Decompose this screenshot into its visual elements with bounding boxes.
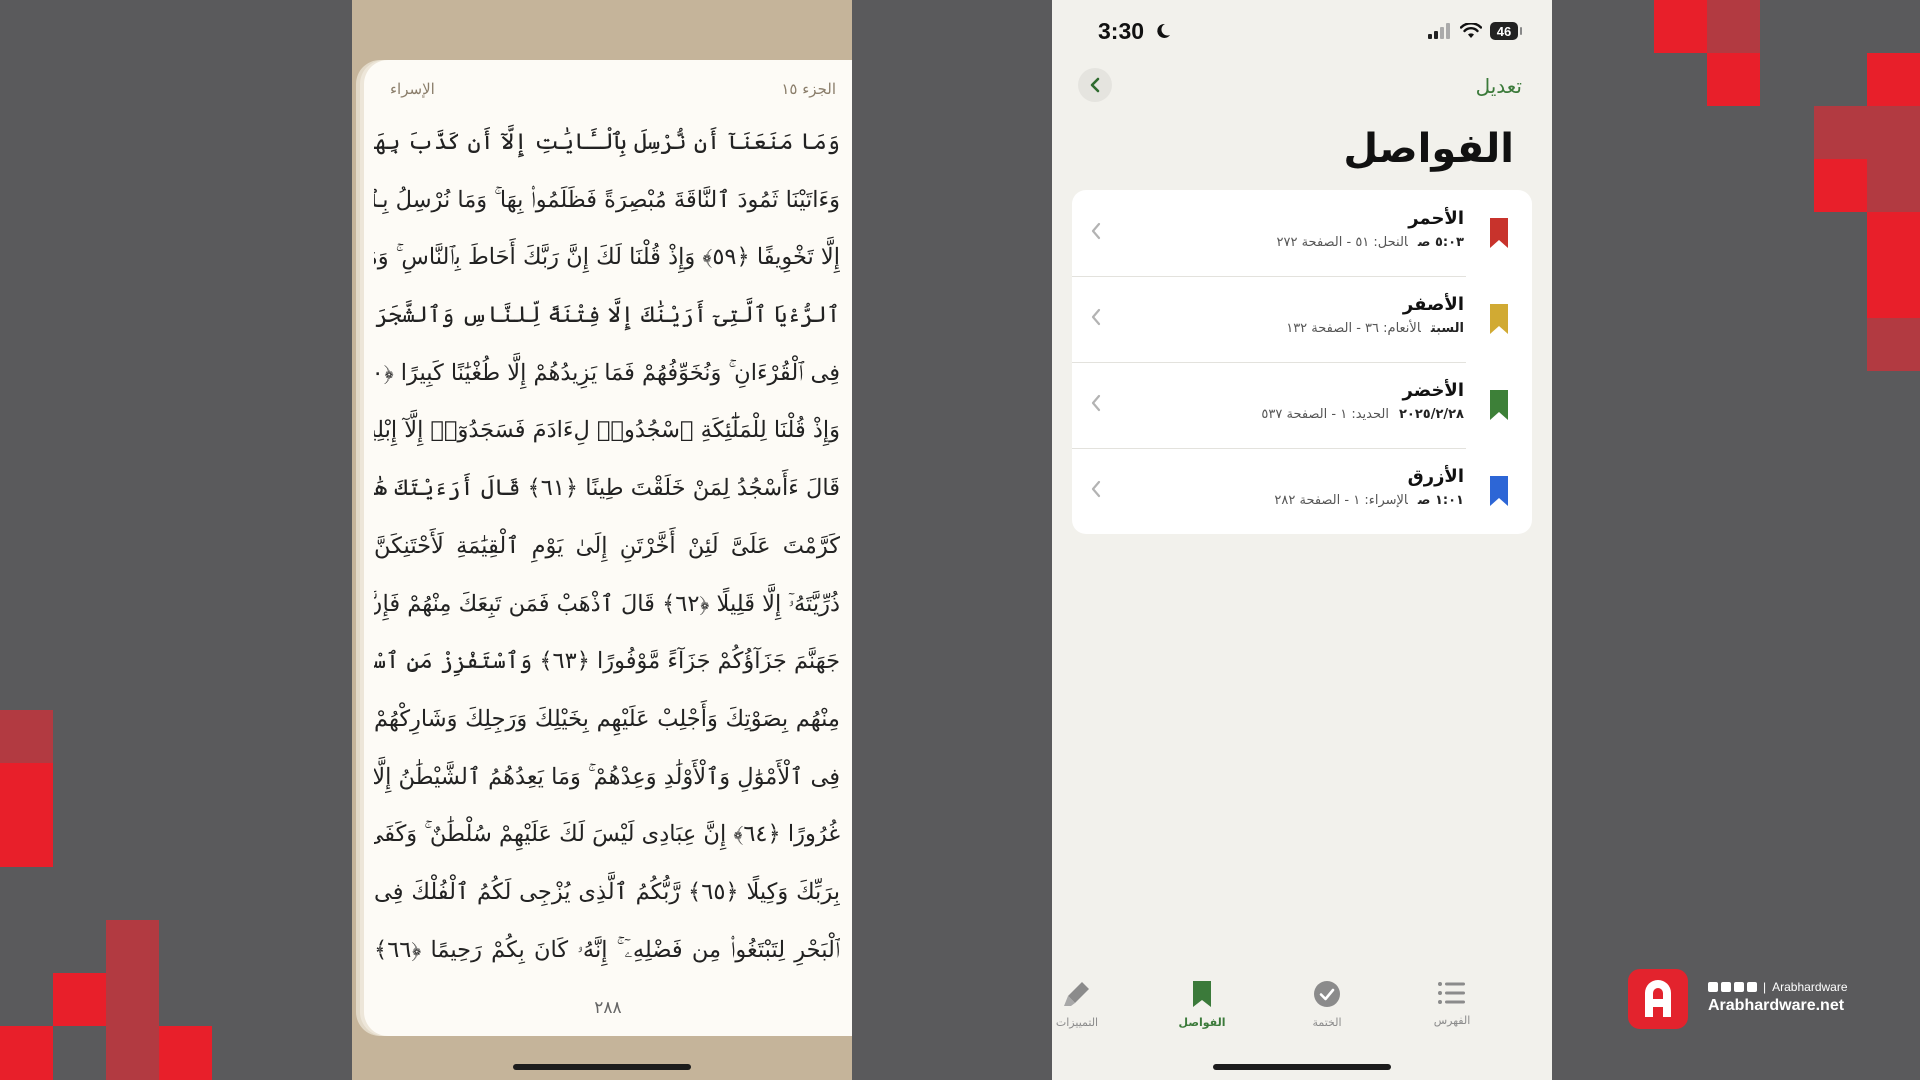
page-header: الإسراء الجزء ١٥ [390, 80, 836, 102]
bookmark-location: الحديد: ١ - الصفحة ٥٣٧ [1261, 407, 1389, 422]
brand-name: Arabhardware [1772, 980, 1848, 994]
battery-indicator: 46 [1490, 22, 1522, 40]
quran-reader-screen: الإسراء الجزء ١٥ وَمَا مَنَعَنَآ أَن نُّ… [352, 0, 852, 1080]
status-bar: 3:30 46 [1052, 18, 1552, 48]
bookmark-row-blue[interactable]: الأزرق ١:٠١ ص الإسراء: ١ - الصفحة ٢٨٢ [1072, 448, 1532, 534]
bookmark-name: الأزرق [1407, 466, 1464, 487]
verse-line: وَءَاتَيْنَا ثَمُودَ ٱلنَّاقَةَ مُبْصِرَ… [374, 186, 840, 213]
tab-label: الفواصل [1178, 1016, 1226, 1029]
verse-line: وَإِذْ قُلْنَا لِلْمَلَٰٓئِكَةِ ٱسْجُدُو… [374, 417, 840, 444]
bookmark-row-yellow[interactable]: الأصفر السبت الأنعام: ٣٦ - الصفحة ١٣٢ [1072, 276, 1532, 362]
verse-line: جَهَنَّمَ جَزَآؤُكُمْ جَزَآءً مَّوْفُورً… [374, 648, 840, 675]
bookmark-icon [1193, 981, 1211, 1007]
bookmark-row-red[interactable]: الأحمر ٥:٠٣ ص النحل: ٥١ - الصفحة ٢٧٢ [1072, 190, 1532, 276]
bookmark-meta: السبت الأنعام: ٣٦ - الصفحة ١٣٢ [1286, 321, 1464, 336]
bookmark-icon [1490, 476, 1508, 506]
highlighter-icon [1064, 982, 1089, 1006]
chevron-left-icon [1091, 480, 1101, 498]
status-time: 3:30 [1098, 18, 1145, 44]
verse-line: إِلَّا تَخْوِيفًا ﴿٥٩﴾ وَإِذْ قُلْنَا لَ… [374, 244, 840, 271]
bookmark-location: الأنعام: ٣٦ - الصفحة ١٣٢ [1286, 321, 1421, 336]
checkmark-circle-icon [1314, 981, 1340, 1007]
status-icons: 46 [1428, 22, 1522, 40]
tab-bookmarks[interactable]: الفواصل [1152, 980, 1252, 1029]
bookmark-meta: ٢٠٢٥/٢/٢٨ الحديد: ١ - الصفحة ٥٣٧ [1261, 407, 1464, 422]
bookmark-meta: ١:٠١ ص الإسراء: ١ - الصفحة ٢٨٢ [1274, 493, 1464, 508]
bookmark-icon [1490, 390, 1508, 420]
bookmark-time: ١:٠١ ص [1417, 493, 1464, 508]
instagram-icon [1734, 982, 1744, 992]
bookmark-name: الأصفر [1402, 294, 1464, 315]
tab-label: الفهرس [1433, 1014, 1471, 1027]
arabhardware-logo-icon [1645, 980, 1671, 1017]
edit-button[interactable]: تعديل [1476, 74, 1522, 98]
bookmark-text: الأخضر ٢٠٢٥/٢/٢٨ الحديد: ١ - الصفحة ٥٣٧ [1261, 380, 1464, 422]
verse-line: قَالَ ءَأَسْجُدُ لِمَنْ خَلَقْتَ طِينًا … [374, 475, 840, 502]
verses-block: وَمَا مَنَعَنَآ أَن نُّرْسِلَ بِٱلْـَٔاي… [374, 114, 840, 979]
youtube-icon [1747, 982, 1757, 992]
tab-khatma[interactable]: الختمة [1277, 980, 1377, 1029]
surah-name: الإسراء [390, 80, 435, 98]
verse-line: ٱلرُّءْيَا ٱلَّتِىٓ أَرَيْنَٰكَ إِلَّا ف… [374, 302, 840, 329]
bookmark-time: ٥:٠٣ ص [1417, 235, 1464, 250]
bookmark-location: النحل: ٥١ - الصفحة ٢٧٢ [1276, 235, 1408, 250]
page-title: الفواصل [1343, 126, 1514, 172]
wifi-icon [1460, 23, 1482, 38]
bookmarks-list: الأحمر ٥:٠٣ ص النحل: ٥١ - الصفحة ٢٧٢ الأص… [1072, 190, 1532, 534]
bookmark-time: ٢٠٢٥/٢/٢٨ [1398, 407, 1464, 422]
bookmark-time: السبت [1430, 321, 1464, 336]
bookmark-text: الأصفر السبت الأنعام: ٣٦ - الصفحة ١٣٢ [1286, 294, 1464, 336]
verse-line: ٱلْبَحْرِ لِتَبْتَغُوا۟ مِن فَضْلِهِۦٓ ۚ… [374, 936, 840, 963]
tab-label: التمييزات [1055, 1016, 1099, 1029]
quran-page[interactable]: الإسراء الجزء ١٥ وَمَا مَنَعَنَآ أَن نُّ… [364, 60, 852, 1036]
verse-line: مِنْهُم بِصَوْتِكَ وَأَجْلِبْ عَلَيْهِم … [374, 705, 840, 732]
verse-line: كَرَّمْتَ عَلَىَّ لَئِنْ أَخَّرْتَنِ إِل… [374, 532, 840, 559]
verse-line: ذُرِّيَّتَهُۥٓ إِلَّا قَلِيلًا ﴿٦٢﴾ قَال… [374, 590, 840, 617]
chevron-left-icon [1090, 77, 1100, 93]
brand-url: Arabhardware.net [1708, 997, 1845, 1014]
list-icon [1438, 982, 1465, 1004]
page-number: ٢٨٨ [594, 998, 622, 1018]
home-indicator[interactable] [1213, 1064, 1391, 1070]
bookmark-icon [1490, 304, 1508, 334]
tab-label: الختمة [1312, 1016, 1342, 1029]
twitter-icon [1721, 982, 1731, 992]
tab-highlights[interactable]: التمييزات [1052, 980, 1127, 1029]
bookmark-name: الأحمر [1408, 208, 1464, 229]
bookmark-text: الأحمر ٥:٠٣ ص النحل: ٥١ - الصفحة ٢٧٢ [1277, 208, 1465, 250]
tab-index[interactable]: الفهرس [1402, 980, 1502, 1027]
cellular-signal-icon [1428, 23, 1450, 39]
verse-line: وَمَا مَنَعَنَآ أَن نُّرْسِلَ بِٱلْـَٔاي… [374, 129, 840, 155]
verse-line: بِرَبِّكَ وَكِيلًا ﴿٦٥﴾ رَّبُّكُمُ ٱلَّذ… [374, 878, 840, 905]
chevron-left-icon [1091, 308, 1101, 326]
verse-line: فِى ٱلْأَمْوَٰلِ وَٱلْأَوْلَٰدِ وَعِدْهُ… [374, 763, 840, 790]
facebook-icon [1708, 982, 1718, 992]
back-button[interactable] [1078, 68, 1112, 102]
home-indicator[interactable] [513, 1064, 691, 1070]
tab-bar: الفهرس الختمة الفواصل التمييزات [1052, 980, 1552, 1040]
chevron-left-icon [1091, 222, 1101, 240]
brand-watermark: | Arabhardware Arabhardware.net [1708, 980, 1848, 1015]
verse-line: فِى ٱلْقُرْءَانِ ۚ وَنُخَوِّفُهُمْ فَمَا… [374, 359, 840, 386]
social-row: | Arabhardware [1708, 980, 1848, 994]
bookmark-location: الإسراء: ١ - الصفحة ٢٨٢ [1274, 493, 1408, 508]
verse-line: غُرُورًا ﴿٦٤﴾ إِنَّ عِبَادِى لَيْسَ لَكَ… [374, 821, 840, 848]
bookmark-meta: ٥:٠٣ ص النحل: ٥١ - الصفحة ٢٧٢ [1277, 235, 1465, 250]
brand-logo [1628, 969, 1688, 1029]
bookmark-row-green[interactable]: الأخضر ٢٠٢٥/٢/٢٨ الحديد: ١ - الصفحة ٥٣٧ [1072, 362, 1532, 448]
juz-label: الجزء ١٥ [781, 80, 836, 98]
chevron-left-icon [1091, 394, 1101, 412]
bookmark-icon [1490, 218, 1508, 248]
bookmarks-screen: 3:30 46 تعديل الفواصل الأحمر ٥:٠٣ صالنحل… [1052, 0, 1552, 1080]
bookmark-name: الأخضر [1402, 380, 1464, 401]
moon-icon [1157, 23, 1170, 38]
bookmark-text: الأزرق ١:٠١ ص الإسراء: ١ - الصفحة ٢٨٢ [1274, 466, 1464, 508]
